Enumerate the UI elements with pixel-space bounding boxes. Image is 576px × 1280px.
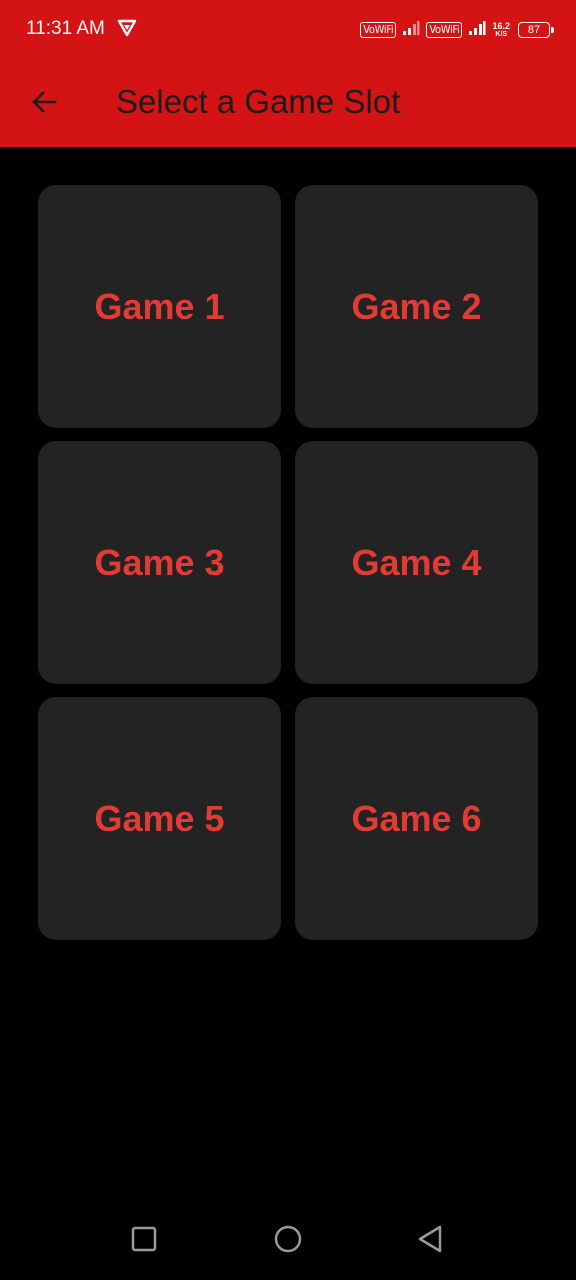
vpn-icon: [117, 18, 137, 38]
status-icons: VoWiFi VoWiFi 16.2 K/S 87: [360, 18, 554, 42]
arrow-left-icon: [32, 91, 57, 113]
game-slot-2[interactable]: Game 2: [295, 185, 538, 428]
recents-button[interactable]: [119, 1214, 169, 1264]
battery-icon: 87: [518, 22, 554, 38]
game-slot-label: Game 6: [351, 797, 482, 839]
circle-icon: [274, 1225, 302, 1253]
game-slot-3[interactable]: Game 3: [38, 441, 281, 684]
page-title: Select a Game Slot: [116, 83, 401, 120]
network-speed-unit: K/S: [495, 30, 508, 38]
back-nav-button[interactable]: [405, 1214, 455, 1264]
status-bar: 11:31 AM VoWiFi VoWiFi 16.2 K/S 87: [0, 0, 576, 58]
triangle-back-icon: [418, 1225, 442, 1253]
game-slot-label: Game 5: [94, 797, 225, 839]
game-slot-label: Game 4: [351, 541, 482, 583]
game-slot-1[interactable]: Game 1: [38, 185, 281, 428]
network-speed: 16.2 K/S: [492, 20, 510, 39]
vowifi-badge: VoWiFi: [360, 22, 397, 38]
network-speed-value: 16.2: [492, 20, 510, 31]
game-slot-label: Game 2: [351, 285, 482, 327]
game-slot-label: Game 3: [94, 541, 225, 583]
game-slot-6[interactable]: Game 6: [295, 697, 538, 940]
back-button[interactable]: [22, 80, 66, 124]
home-button[interactable]: [263, 1214, 313, 1264]
game-slot-label: Game 1: [94, 285, 225, 327]
app-bar: 11:31 AM VoWiFi VoWiFi 16.2 K/S 87 Selec…: [0, 0, 576, 147]
game-slot-5[interactable]: Game 5: [38, 697, 281, 940]
game-slot-grid: Game 1 Game 2 Game 3 Game 4 Game 5 Game …: [38, 185, 538, 940]
signal-icon-2: [468, 20, 486, 41]
system-nav-bar: [0, 1198, 576, 1280]
status-time: 11:31 AM: [26, 18, 105, 39]
battery-level: 87: [527, 24, 541, 36]
signal-icon: [402, 20, 420, 41]
square-icon: [131, 1226, 157, 1252]
vowifi-badge-2: VoWiFi: [426, 22, 463, 38]
game-slot-4[interactable]: Game 4: [295, 441, 538, 684]
